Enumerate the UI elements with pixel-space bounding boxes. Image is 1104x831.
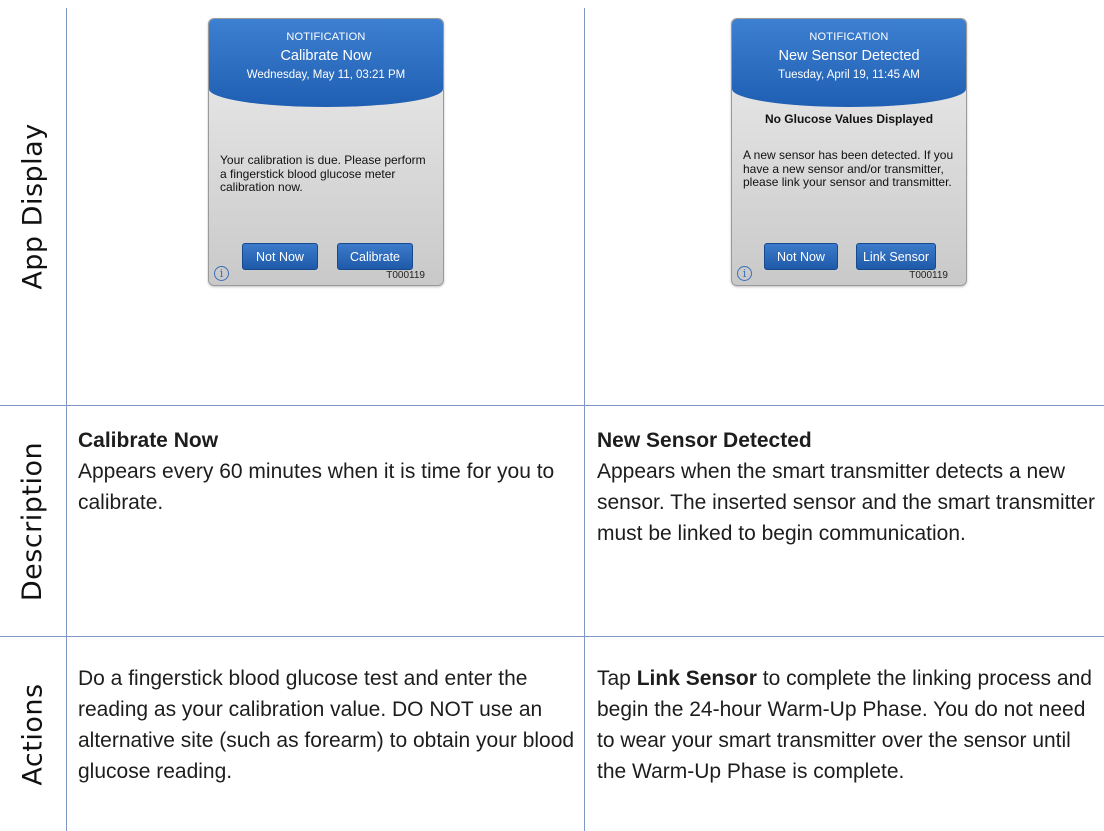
notification-kind: NOTIFICATION [286, 31, 366, 43]
row-label-actions-text: Actions [17, 682, 49, 786]
row-label-app-display-text: App Display [17, 123, 49, 290]
info-icon[interactable]: i [214, 266, 229, 281]
info-icon[interactable]: i [737, 266, 752, 281]
not-now-button[interactable]: Not Now [242, 243, 318, 270]
actions-right-link-sensor: Link Sensor [636, 667, 757, 690]
notification-message: A new sensor has been detected. If you h… [743, 148, 954, 189]
row-label-app-display: App Display [0, 8, 66, 405]
description-left-text: Appears every 60 minutes when it is time… [78, 460, 555, 514]
notification-date: Tuesday, April 19, 11:45 AM [778, 69, 920, 81]
notification-header: NOTIFICATION Calibrate Now Wednesday, Ma… [209, 19, 443, 107]
calibrate-now-notification: NOTIFICATION Calibrate Now Wednesday, Ma… [208, 18, 444, 286]
row-label-actions: Actions [0, 637, 66, 831]
description-right: New Sensor Detected Appears when the sma… [597, 425, 1102, 549]
notification-code: T000119 [386, 270, 425, 281]
notification-subtitle: No Glucose Values Displayed [764, 112, 934, 126]
row-divider-2 [0, 636, 1104, 637]
notification-title: Calibrate Now [280, 48, 372, 64]
calibrate-button[interactable]: Calibrate [337, 243, 413, 270]
notification-message: Your calibration is due. Please perform … [220, 153, 426, 194]
notification-kind: NOTIFICATION [809, 31, 889, 43]
notification-date: Wednesday, May 11, 03:21 PM [246, 69, 406, 81]
actions-right: Tap Link Sensor to complete the linking … [597, 663, 1102, 787]
description-right-text: Appears when the smart transmitter detec… [597, 460, 1096, 545]
actions-left-text: Do a fingerstick blood glucose test and … [78, 667, 575, 783]
actions-right-prefix: Tap [597, 667, 637, 690]
notification-code: T000119 [909, 270, 948, 281]
notification-title: New Sensor Detected [778, 48, 920, 64]
link-sensor-button[interactable]: Link Sensor [856, 243, 936, 270]
row-divider-1 [0, 405, 1104, 406]
description-left: Calibrate Now Appears every 60 minutes w… [78, 425, 578, 518]
notification-header: NOTIFICATION New Sensor Detected Tuesday… [732, 19, 966, 107]
row-label-description-text: Description [17, 441, 49, 601]
description-right-title: New Sensor Detected [597, 429, 812, 452]
not-now-button[interactable]: Not Now [764, 243, 838, 270]
new-sensor-detected-notification: NOTIFICATION New Sensor Detected Tuesday… [731, 18, 967, 286]
left-column-divider [66, 8, 67, 831]
description-left-title: Calibrate Now [78, 429, 219, 452]
actions-left: Do a fingerstick blood glucose test and … [78, 663, 578, 787]
center-column-divider [584, 8, 585, 831]
row-label-description: Description [0, 406, 66, 636]
